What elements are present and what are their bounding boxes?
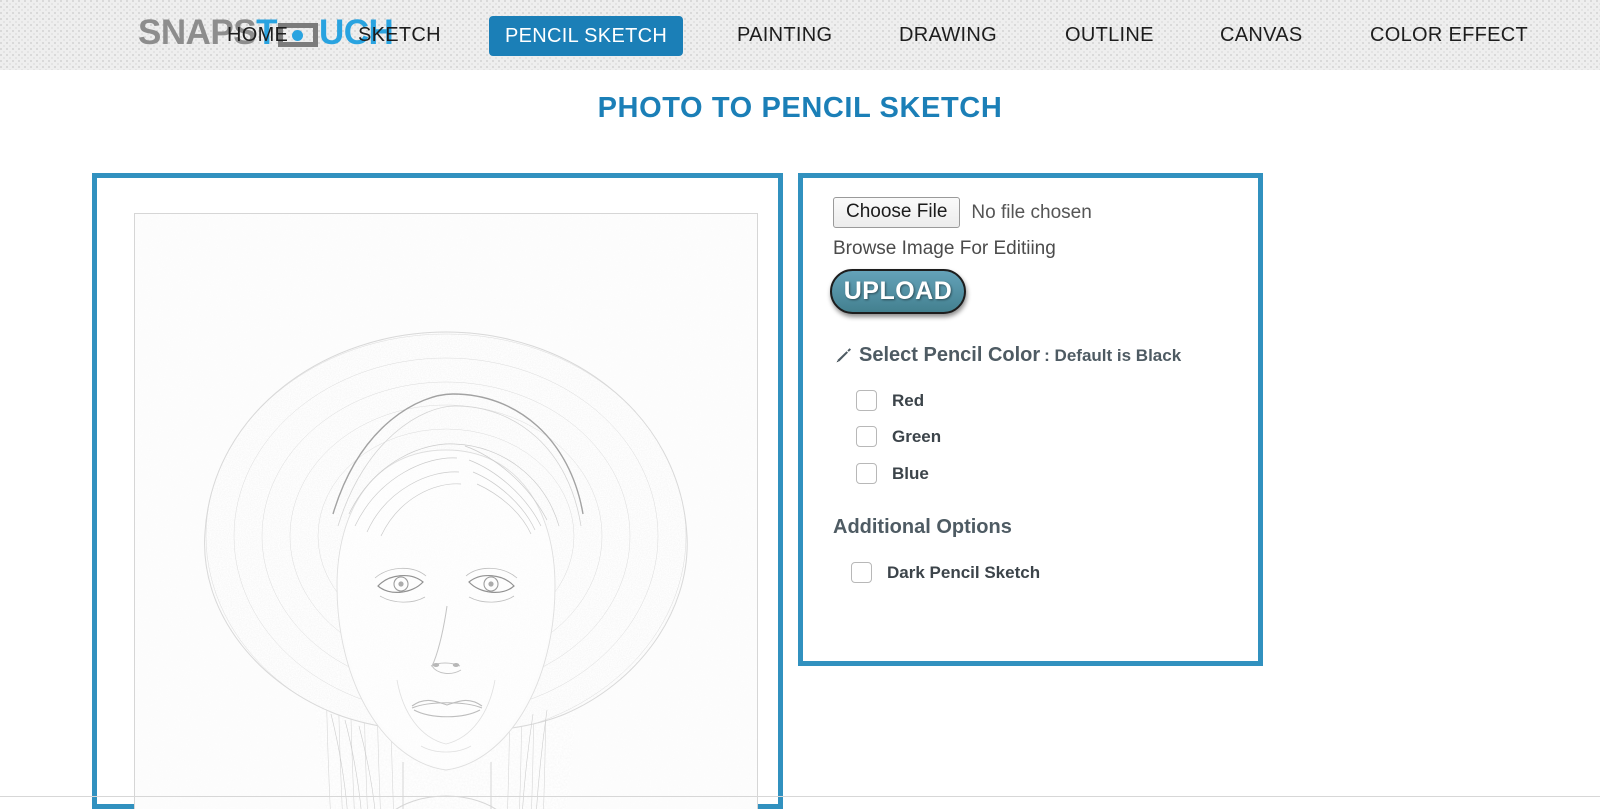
checkbox-dark-pencil-sketch[interactable] xyxy=(851,562,872,583)
checkbox-green[interactable] xyxy=(856,426,877,447)
nav-item-painting[interactable]: PAINTING xyxy=(737,18,832,52)
image-preview-panel xyxy=(92,173,783,809)
page-bottom-divider xyxy=(0,796,1600,797)
file-input-row: Choose File No file chosen xyxy=(833,197,1092,228)
checkbox-red[interactable] xyxy=(856,390,877,411)
pencil-color-option-blue[interactable]: Blue xyxy=(856,463,929,484)
pencil-icon xyxy=(833,346,853,366)
pencil-color-heading-text: Select Pencil Color xyxy=(859,344,1041,366)
nav-item-color-effect[interactable]: COLOR EFFECT xyxy=(1370,18,1528,52)
browse-hint-label: Browse Image For Editiing xyxy=(833,238,1056,259)
page-root: SNAPST UCH HOME SKETCH PENCIL SKETCH PAIN… xyxy=(0,0,1600,809)
top-navigation-bar: SNAPST UCH HOME SKETCH PENCIL SKETCH PAIN… xyxy=(0,0,1600,70)
additional-options-heading: Additional Options xyxy=(833,516,1012,538)
preview-image-frame xyxy=(134,213,758,809)
nav-item-pencil-sketch[interactable]: PENCIL SKETCH xyxy=(489,16,684,56)
nav-item-drawing[interactable]: DRAWING xyxy=(899,18,997,52)
selected-file-name: No file chosen xyxy=(971,201,1092,223)
nav-item-home[interactable]: HOME xyxy=(227,18,288,52)
checkbox-blue[interactable] xyxy=(856,463,877,484)
nav-item-sketch[interactable]: SKETCH xyxy=(358,18,441,52)
pencil-color-subheading: : Default is Black xyxy=(1044,345,1182,365)
additional-option-dark-pencil-sketch[interactable]: Dark Pencil Sketch xyxy=(851,562,1040,583)
page-title: PHOTO TO PENCIL SKETCH xyxy=(597,92,1003,124)
nav-item-list: HOME SKETCH PENCIL SKETCH PAINTING DRAWI… xyxy=(0,0,1600,70)
nav-item-outline[interactable]: OUTLINE xyxy=(1065,18,1154,52)
pencil-color-option-red[interactable]: Red xyxy=(856,390,924,411)
pencil-color-option-blue-label: Blue xyxy=(892,463,929,483)
pencil-color-heading: Select Pencil Color : Default is Black xyxy=(833,344,1181,367)
editing-controls-panel: Choose File No file chosen Browse Image … xyxy=(798,173,1263,666)
choose-file-button[interactable]: Choose File xyxy=(833,197,961,228)
pencil-color-option-red-label: Red xyxy=(892,390,925,410)
nav-item-canvas[interactable]: CANVAS xyxy=(1220,18,1303,52)
pencil-sketch-image xyxy=(135,214,757,809)
pencil-color-option-green[interactable]: Green xyxy=(856,426,941,447)
additional-option-dark-pencil-sketch-label: Dark Pencil Sketch xyxy=(887,562,1041,582)
pencil-color-option-green-label: Green xyxy=(892,426,942,446)
upload-button[interactable]: UPLOAD xyxy=(830,269,966,314)
